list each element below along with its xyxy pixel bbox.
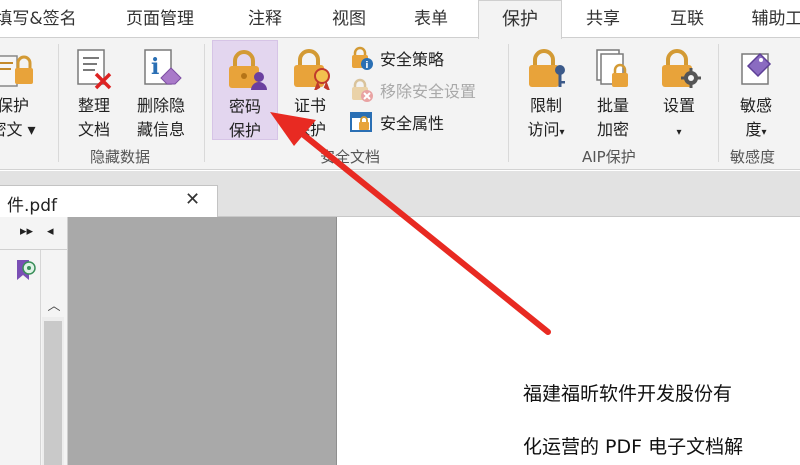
- document-tab[interactable]: 件.pdf ✕: [0, 185, 218, 218]
- tab-view[interactable]: 视图: [324, 0, 374, 38]
- password-protect-button[interactable]: 密码 保护: [212, 40, 278, 140]
- collapse-panel-icon[interactable]: ◂: [47, 224, 54, 239]
- tab-form[interactable]: 表单: [406, 0, 456, 38]
- remove-security-button[interactable]: 移除安全设置: [348, 76, 476, 104]
- group-label-aip: AIP保护: [582, 148, 636, 166]
- group-separator: [58, 44, 59, 162]
- delete-hidden-info-button[interactable]: i 删除隐 藏信息: [128, 38, 194, 142]
- batch-encrypt-button[interactable]: 批量 加密: [584, 38, 642, 142]
- security-properties-button[interactable]: 安全属性: [348, 108, 444, 136]
- certificate-protect-button[interactable]: 证书 保护: [280, 38, 340, 142]
- tab-page-management[interactable]: 页面管理: [118, 0, 202, 38]
- tab-share[interactable]: 共享: [578, 0, 628, 38]
- bookmark-icon[interactable]: [12, 257, 38, 283]
- batch-encrypt-icon: [596, 49, 628, 87]
- group-label-secure-doc: 安全文档: [320, 148, 381, 166]
- document-background: [68, 217, 336, 465]
- svg-text:i: i: [365, 61, 368, 71]
- security-policy-icon: i: [352, 46, 373, 71]
- restrict-access-button[interactable]: 限制 访问▾: [516, 38, 576, 142]
- organize-doc-button[interactable]: 整理 文档: [66, 38, 122, 142]
- document-tab-bar: 件.pdf ✕: [0, 171, 800, 218]
- tab-accessibility[interactable]: 辅助工: [742, 0, 800, 38]
- group-label-sensitivity: 敏感度: [730, 148, 776, 166]
- expand-panel-icon[interactable]: ▸▸: [20, 224, 33, 239]
- restrict-access-icon: [529, 49, 565, 87]
- close-icon[interactable]: ✕: [185, 189, 200, 210]
- group-separator: [718, 44, 719, 162]
- document-tab-name: 件.pdf: [7, 196, 57, 216]
- tab-fill-sign[interactable]: 填写&签名: [0, 0, 84, 38]
- security-properties-icon: [350, 112, 372, 132]
- scrollbar-thumb[interactable]: [44, 321, 62, 465]
- tab-annotate[interactable]: 注释: [240, 0, 290, 38]
- scroll-up-button[interactable]: ︿: [44, 295, 64, 314]
- page-text-line: 化运营的 PDF 电子文档解: [523, 436, 744, 458]
- delete-hidden-info-icon: i: [144, 49, 182, 85]
- settings-button[interactable]: 设置 ▾: [650, 38, 708, 142]
- protect-doc-button[interactable]: 保护密文 ▾: [0, 38, 42, 142]
- sensitivity-button[interactable]: 敏感 度▾: [726, 38, 786, 142]
- tab-protect[interactable]: 保护: [478, 0, 562, 39]
- tab-connect[interactable]: 互联: [662, 0, 712, 38]
- protect-lock-icon: [0, 55, 33, 87]
- organize-doc-icon: [77, 49, 112, 90]
- group-separator: [204, 44, 205, 162]
- ribbon-protect: 保护密文 ▾ 整理文档 i 删除隐藏信息 隐藏数据 密码: [0, 38, 800, 170]
- page-text-line: 福建福昕软件开发股份有: [523, 383, 733, 405]
- group-separator: [508, 44, 509, 162]
- ribbon-tab-bar: 填写&签名 页面管理 注释 视图 表单 保护 共享 互联 辅助工: [0, 0, 800, 39]
- pdf-page: 福建福昕软件开发股份有 化运营的 PDF 电子文档解: [336, 217, 800, 465]
- nav-divider: [40, 250, 41, 465]
- certificate-protect-icon: [294, 49, 330, 90]
- svg-text:i: i: [151, 54, 159, 80]
- password-protect-icon: [229, 50, 267, 90]
- sensitivity-tag-icon: [741, 52, 772, 85]
- security-policy-button[interactable]: i 安全策略: [348, 44, 444, 72]
- nav-panel-header: ▸▸ ◂: [0, 217, 68, 250]
- settings-gear-icon: [662, 49, 701, 88]
- navigation-panel: ▸▸ ◂ ︿: [0, 217, 68, 465]
- remove-security-icon: [352, 78, 373, 102]
- group-label-hidden-data: 隐藏数据: [90, 148, 151, 166]
